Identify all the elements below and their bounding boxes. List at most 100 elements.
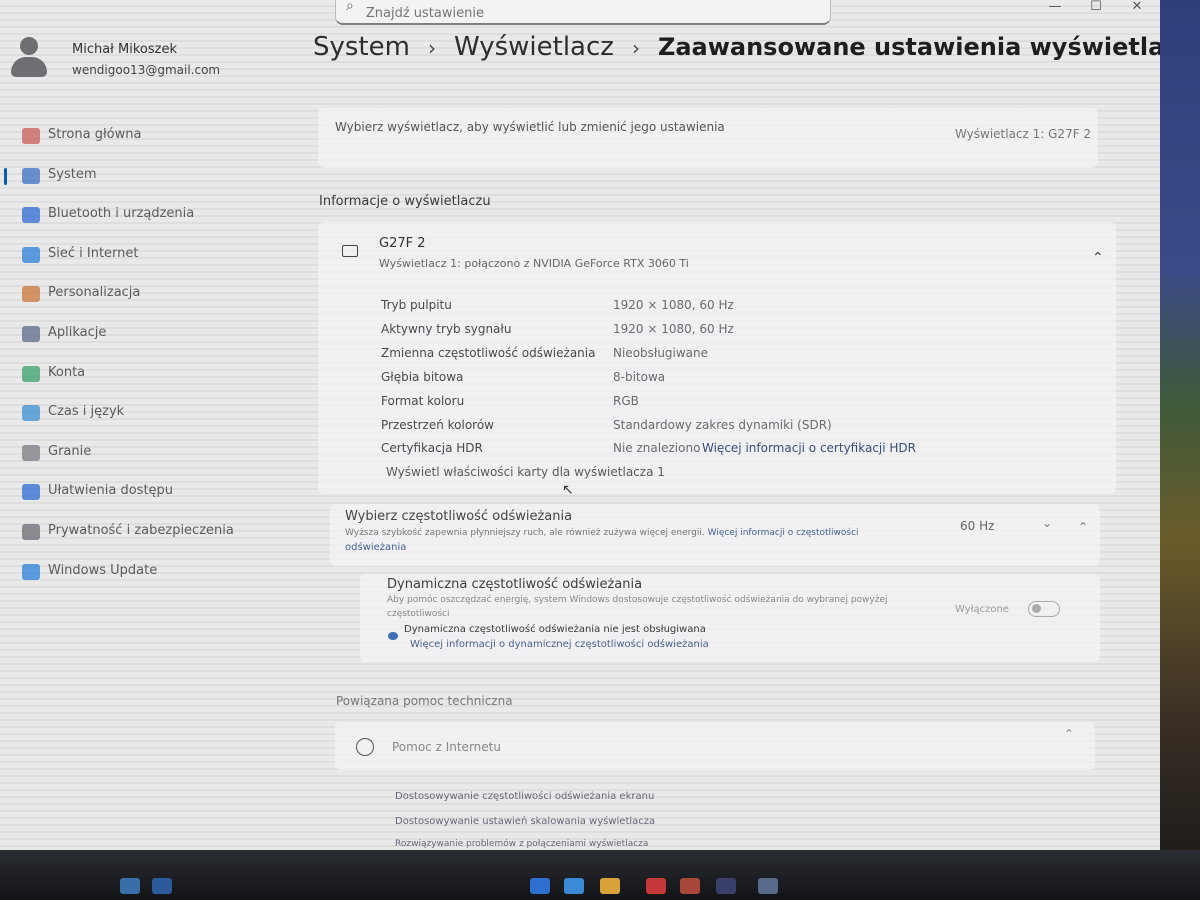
taskbar-app-icon[interactable] — [646, 878, 666, 894]
refresh-rate-info-link-cont[interactable]: odświeżania — [345, 542, 406, 553]
apps-icon — [22, 326, 40, 342]
active-indicator — [4, 168, 7, 185]
taskbar-app-icon[interactable] — [680, 878, 700, 894]
search-box[interactable]: ⌕ — [335, 0, 831, 25]
taskbar-app-icon[interactable] — [530, 878, 550, 894]
sidebar-item[interactable]: Personalizacja — [0, 276, 300, 312]
color-format-label: Format koloru — [381, 394, 465, 408]
close-button[interactable]: ✕ — [1117, 0, 1157, 20]
display-subtitle: Wyświetlacz 1: połączono z NVIDIA GeForc… — [379, 257, 689, 270]
refresh-rate-info-link[interactable]: Więcej informacji o częstotliwości — [708, 528, 859, 538]
color-space-value: Standardowy zakres dynamiki (SDR) — [613, 418, 832, 432]
avatar-icon[interactable] — [11, 37, 47, 77]
sidebar-item[interactable]: Granie — [0, 435, 300, 471]
hdr-cert-value: Nie znaleziono — [613, 441, 701, 455]
accessibility-icon — [22, 484, 40, 500]
display-name: G27F 2 — [379, 236, 426, 251]
page-title: Zaawansowane ustawienia wyświetlacza — [657, 33, 1160, 61]
sidebar-item[interactable]: Prywatność i zabezpieczenia — [0, 514, 300, 550]
dynamic-refresh-toggle[interactable] — [1028, 601, 1060, 617]
sidebar-item-label: Granie — [48, 444, 92, 459]
sidebar-item-label: Czas i język — [48, 404, 125, 419]
sidebar-item[interactable]: Strona główna — [0, 118, 300, 154]
hdr-cert-label: Certyfikacja HDR — [381, 441, 483, 455]
sidebar-item-label: System — [48, 167, 97, 182]
color-space-label: Przestrzeń kolorów — [381, 418, 494, 432]
help-link-scaling[interactable]: Dostosowywanie ustawień skalowania wyświ… — [395, 816, 655, 827]
user-email: wendigoo13@gmail.com — [72, 63, 221, 77]
globe-icon — [356, 738, 374, 756]
breadcrumb-chevron-icon: › — [427, 36, 436, 60]
gamepad-icon — [22, 445, 40, 461]
wifi-icon — [22, 247, 40, 263]
refresh-rate-dropdown[interactable]: 60 Hz — [960, 519, 994, 533]
refresh-rate-desc: Wyższa szybkość zapewnia płynniejszy ruc… — [345, 528, 859, 538]
bit-depth-value: 8-bitowa — [613, 370, 666, 384]
sidebar-item[interactable]: System — [0, 158, 300, 194]
vrr-label: Zmienna częstotliwość odświeżania — [381, 346, 596, 360]
collapse-chevron-icon[interactable]: ⌃ — [1092, 250, 1104, 266]
dynamic-refresh-toggle-label: Wyłączone — [955, 604, 1009, 615]
sidebar-item-label: Konta — [48, 365, 86, 380]
help-link-troubleshoot[interactable]: Rozwiązywanie problemów z połączeniami w… — [395, 839, 648, 849]
taskbar — [0, 850, 1200, 900]
help-link-refresh[interactable]: Dostosowywanie częstotliwości odświeżani… — [395, 791, 654, 802]
sidebar-item[interactable]: Aplikacje — [0, 316, 300, 352]
sidebar-item-label: Prywatność i zabezpieczenia — [48, 523, 234, 538]
monitor-icon — [342, 245, 358, 257]
sidebar-item[interactable]: Windows Update — [0, 554, 300, 590]
web-help-label: Pomoc z Internetu — [392, 740, 501, 754]
display-select-dropdown[interactable]: Wyświetlacz 1: G27F 2 — [955, 127, 1091, 141]
search-icon: ⌕ — [346, 0, 354, 14]
shield-icon — [22, 524, 40, 540]
user-name: Michał Mikoszek — [72, 42, 177, 57]
dynamic-refresh-desc-cont: częstotliwości — [387, 609, 450, 619]
account-icon — [22, 366, 40, 382]
sidebar-item[interactable]: Sieć i Internet — [0, 237, 300, 273]
breadcrumb-display[interactable]: Wyświetlacz — [454, 32, 614, 62]
bit-depth-label: Głębia bitowa — [381, 370, 464, 384]
sidebar-item-label: Aplikacje — [48, 325, 107, 340]
sidebar-item-label: Ułatwienia dostępu — [48, 483, 174, 498]
settings-taskbar-icon[interactable] — [758, 878, 778, 894]
desktop-mode-value: 1920 × 1080, 60 Hz — [613, 298, 734, 312]
taskbar-app-icon[interactable] — [120, 878, 140, 894]
minimize-button[interactable]: — — [1035, 0, 1075, 20]
breadcrumb-chevron-icon: › — [631, 36, 640, 60]
sidebar-item-label: Strona główna — [48, 127, 142, 142]
bluetooth-icon — [22, 207, 40, 223]
sidebar-item[interactable]: Konta — [0, 356, 300, 392]
display-info-heading: Informacje o wyświetlaczu — [319, 194, 491, 209]
settings-window: ⌕ — ☐ ✕ Michał Mikoszek wendigoo13@gmail… — [0, 0, 1160, 850]
collapse-chevron-icon[interactable]: ⌃ — [1078, 520, 1088, 534]
sidebar-item-label: Personalizacja — [48, 285, 141, 300]
expand-chevron-icon[interactable]: ⌃ — [1064, 727, 1074, 741]
sidebar-item[interactable]: Ułatwienia dostępu — [0, 474, 300, 510]
dropdown-chevron-icon[interactable]: ⌄ — [1042, 516, 1052, 530]
sidebar-item-label: Sieć i Internet — [48, 246, 139, 261]
vrr-value: Nieobsługiwane — [613, 346, 709, 360]
dynamic-refresh-desc: Aby pomóc oszczędzać energię, system Win… — [387, 595, 888, 605]
breadcrumb-system[interactable]: System — [313, 32, 410, 62]
hdr-cert-link[interactable]: Więcej informacji o certyfikacji HDR — [702, 441, 916, 455]
refresh-rate-title: Wybierz częstotliwość odświeżania — [345, 509, 573, 524]
signal-mode-label: Aktywny tryb sygnału — [381, 322, 512, 336]
maximize-button[interactable]: ☐ — [1076, 0, 1116, 20]
sidebar-item[interactable]: Czas i język — [0, 395, 300, 431]
system-icon — [22, 168, 40, 184]
adapter-properties-link[interactable]: Wyświetl właściwości karty dla wyświetla… — [386, 465, 665, 479]
mouse-cursor-icon: ↖ — [562, 482, 574, 498]
taskbar-app-icon[interactable] — [564, 878, 584, 894]
color-format-value: RGB — [613, 394, 639, 408]
desktop-mode-label: Tryb pulpitu — [381, 298, 452, 312]
taskbar-app-icon[interactable] — [152, 878, 172, 894]
dynamic-refresh-notice: Dynamiczna częstotliwość odświeżania nie… — [404, 624, 706, 635]
dynamic-refresh-info-link[interactable]: Więcej informacji o dynamicznej częstotl… — [410, 639, 709, 650]
sidebar-item[interactable]: Bluetooth i urządzenia — [0, 197, 300, 233]
globe-clock-icon — [22, 405, 40, 421]
search-input[interactable] — [363, 4, 768, 22]
info-icon — [388, 632, 398, 640]
taskbar-app-icon[interactable] — [600, 878, 620, 894]
signal-mode-value: 1920 × 1080, 60 Hz — [613, 322, 734, 336]
taskbar-app-icon[interactable] — [716, 878, 736, 894]
